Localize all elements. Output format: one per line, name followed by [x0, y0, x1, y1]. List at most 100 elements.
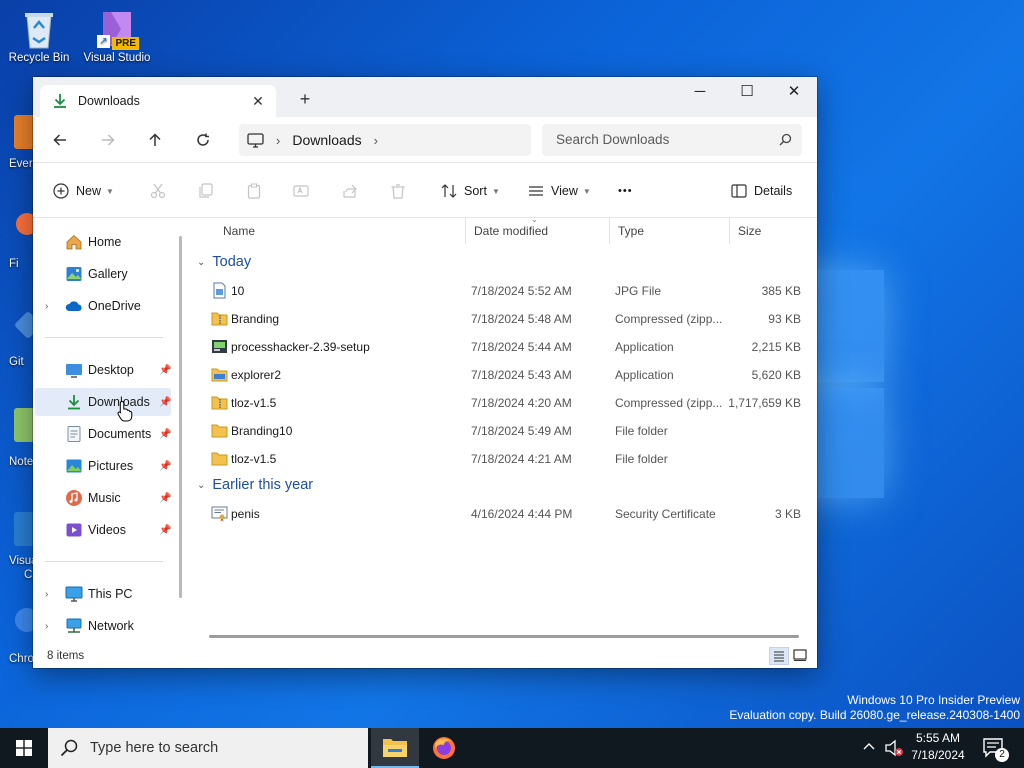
nav-item-desktop[interactable]: Desktop 📌 [35, 356, 171, 384]
chevron-up-icon [863, 743, 875, 750]
refresh-button[interactable] [188, 126, 218, 154]
file-size: 1,717,659 KB [728, 396, 801, 410]
chevron-down-icon[interactable]: ⌄ [197, 480, 205, 491]
new-label: New [76, 184, 102, 198]
new-tab-button[interactable]: + [293, 87, 317, 111]
file-explorer-window: Downloads ✕ + ─ ☐ ✕ › Downloads › Search… [33, 77, 817, 668]
notification-center-button[interactable]: 2 [980, 736, 1010, 762]
details-view-button[interactable] [769, 647, 789, 665]
delete-button[interactable] [390, 179, 406, 203]
nav-scrollbar[interactable] [179, 236, 182, 598]
file-name: tloz-v1.5 [231, 396, 277, 410]
file-row[interactable]: penis 4/16/2024 4:44 PM Security Certifi… [189, 500, 809, 528]
pin-icon[interactable]: 📌 [159, 429, 171, 440]
details-pane-icon [731, 184, 747, 198]
nav-item-downloads[interactable]: Downloads 📌 [35, 388, 171, 416]
pin-icon[interactable]: 📌 [159, 365, 171, 376]
horizontal-scrollbar[interactable] [209, 635, 799, 638]
group-header[interactable]: ⌄ Earlier this year [197, 477, 313, 493]
file-row[interactable]: Branding10 7/18/2024 5:49 AM File folder [189, 417, 809, 445]
new-button[interactable]: New ▼ [53, 179, 114, 203]
start-button[interactable] [0, 728, 48, 768]
zip-folder-icon [211, 396, 228, 410]
file-name: Branding10 [231, 424, 293, 438]
clock[interactable]: 5:55 AM 7/18/2024 [906, 731, 970, 762]
tab-downloads[interactable]: Downloads ✕ [40, 85, 276, 117]
chevron-right-icon[interactable]: › [45, 589, 48, 600]
more-options-button[interactable]: ••• [618, 179, 633, 203]
tiles-view-button[interactable] [791, 647, 811, 665]
column-header-type[interactable]: Type [609, 218, 729, 244]
nav-item-home[interactable]: Home [35, 228, 171, 256]
shortcut-arrow-icon: ↗ [97, 35, 110, 48]
column-header-size[interactable]: Size [729, 218, 809, 244]
taskbar-firefox[interactable] [420, 728, 468, 768]
pin-icon[interactable]: 📌 [159, 397, 171, 408]
nav-item-this-pc[interactable]: › This PC [35, 580, 171, 608]
share-button[interactable] [342, 179, 358, 203]
nav-item-pictures[interactable]: Pictures 📌 [35, 452, 171, 480]
desktop-icon-visual-studio[interactable]: ↗ PRE Visual Studio [80, 8, 154, 64]
chevron-right-icon[interactable]: › [276, 133, 280, 148]
forward-button[interactable] [93, 126, 123, 154]
arrow-left-icon [53, 134, 66, 146]
nav-item-music[interactable]: Music 📌 [35, 484, 171, 512]
nav-item-documents[interactable]: Documents 📌 [35, 420, 171, 448]
desktop-icon-recycle-bin[interactable]: Recycle Bin [2, 8, 76, 64]
breadcrumb-downloads[interactable]: Downloads [292, 132, 361, 148]
column-header-name[interactable]: Name [215, 218, 465, 244]
chevron-right-icon[interactable]: › [45, 301, 48, 312]
maximize-button[interactable]: ☐ [724, 77, 770, 107]
search-input[interactable]: Search Downloads [542, 124, 802, 156]
file-row[interactable]: tloz-v1.5 7/18/2024 4:20 AM Compressed (… [189, 389, 809, 417]
taskbar-search-input[interactable]: Type here to search [48, 728, 368, 768]
close-window-button[interactable]: ✕ [771, 77, 817, 107]
desktop-folder-icon [66, 364, 82, 378]
file-row[interactable]: 10 7/18/2024 5:52 AM JPG File 385 KB [189, 277, 809, 305]
close-tab-button[interactable]: ✕ [248, 91, 268, 111]
file-size: 5,620 KB [751, 368, 801, 382]
details-pane-button[interactable]: Details [731, 179, 792, 203]
watermark-line: Evaluation copy. Build 26080.ge_release.… [729, 708, 1020, 722]
pin-icon[interactable]: 📌 [159, 461, 171, 472]
back-button[interactable] [45, 126, 75, 154]
file-date: 7/18/2024 5:52 AM [471, 284, 572, 298]
copy-button[interactable] [198, 179, 214, 203]
file-row[interactable]: tloz-v1.5 7/18/2024 4:21 AM File folder [189, 445, 809, 473]
cut-button[interactable] [150, 179, 166, 203]
title-bar[interactable]: Downloads ✕ + ─ ☐ ✕ [33, 77, 817, 117]
file-name: tloz-v1.5 [231, 452, 277, 466]
chevron-right-icon[interactable]: › [374, 133, 378, 148]
refresh-icon [197, 133, 209, 146]
volume-muted-button[interactable] [884, 739, 906, 757]
chevron-down-icon[interactable]: ⌄ [197, 257, 205, 268]
desktop-icon-label: Fi [9, 258, 19, 270]
address-bar[interactable]: › Downloads › [239, 124, 531, 156]
nav-divider [45, 337, 163, 338]
nav-item-label: Documents [88, 427, 152, 441]
nav-item-network[interactable]: › Network [35, 612, 171, 640]
up-button[interactable] [140, 126, 170, 154]
file-type: Application [615, 340, 674, 354]
nav-item-onedrive[interactable]: › OneDrive [35, 292, 171, 320]
file-row[interactable]: processhacker-2.39-setup 7/18/2024 5:44 … [189, 333, 809, 361]
status-bar: 8 items [33, 644, 817, 668]
view-button[interactable]: View ▼ [528, 179, 591, 203]
firefox-icon [433, 737, 455, 759]
pin-icon[interactable]: 📌 [159, 525, 171, 536]
file-row[interactable]: explorer2 7/18/2024 5:43 AM Application … [189, 361, 809, 389]
group-header[interactable]: ⌄ Today [197, 254, 251, 270]
paste-button[interactable] [246, 179, 262, 203]
file-type: JPG File [615, 284, 662, 298]
pin-icon[interactable]: 📌 [159, 493, 171, 504]
rename-button[interactable] [293, 179, 309, 203]
chevron-right-icon[interactable]: › [45, 621, 48, 632]
nav-item-videos[interactable]: Videos 📌 [35, 516, 171, 544]
taskbar-file-explorer[interactable] [371, 728, 419, 768]
clock-time: 5:55 AM [915, 731, 961, 745]
show-hidden-icons-button[interactable] [862, 740, 878, 756]
minimize-button[interactable]: ─ [677, 77, 723, 107]
nav-item-gallery[interactable]: Gallery [35, 260, 171, 288]
file-row[interactable]: Branding 7/18/2024 5:48 AM Compressed (z… [189, 305, 809, 333]
sort-button[interactable]: Sort ▼ [441, 179, 500, 203]
